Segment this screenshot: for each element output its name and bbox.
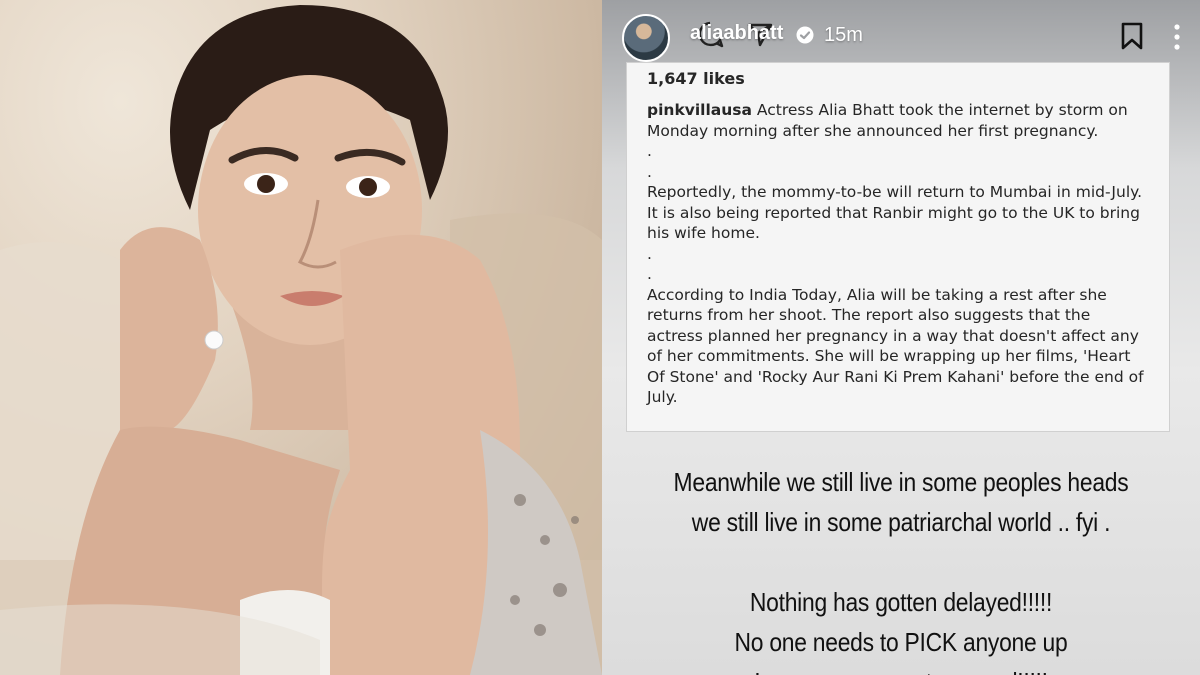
- story-overlay-text: Meanwhile we still live in some peoples …: [602, 462, 1200, 675]
- overlay-line-3: Nothing has gotten delayed!!!!!: [749, 587, 1053, 617]
- profile-avatar[interactable]: [622, 14, 670, 62]
- story-timestamp: 15m: [824, 24, 863, 46]
- caption-paragraph-3: According to India Today, Alia will be t…: [647, 285, 1144, 407]
- shared-post-card[interactable]: 1,647 likes pinkvillausa Actress Alia Bh…: [626, 62, 1170, 432]
- overlay-spacer: [638, 542, 1164, 582]
- overlay-line-5: I am a woman not a parcel!!!!!: [638, 662, 1164, 675]
- portrait-illustration: [0, 5, 602, 675]
- bookmark-icon[interactable]: [1120, 22, 1144, 50]
- overlay-line-4: No one needs to PICK anyone up: [734, 627, 1068, 657]
- overlay-line-1: Meanwhile we still live in some peoples …: [673, 467, 1129, 497]
- verified-badge-icon: [796, 26, 814, 44]
- story-username[interactable]: aliaabhatt: [690, 22, 783, 45]
- caption-dot: .: [647, 244, 652, 263]
- post-caption: pinkvillausa Actress Alia Bhatt took the…: [647, 100, 1149, 408]
- overlay-line-2: we still live in some patriarchal world …: [691, 507, 1111, 537]
- more-vertical-icon[interactable]: [1174, 24, 1180, 50]
- caption-dot: .: [647, 142, 652, 160]
- caption-paragraph-2: Reportedly, the mommy-to-be will return …: [647, 183, 1143, 242]
- screenshot-frame: aliaabhatt 15m 1,647 likes pinkvillausa …: [0, 0, 1200, 675]
- caption-dot: .: [647, 162, 652, 181]
- caption-handle[interactable]: pinkvillausa: [647, 101, 752, 119]
- portrait-photo: [0, 0, 602, 675]
- instagram-story: aliaabhatt 15m 1,647 likes pinkvillausa …: [602, 0, 1200, 675]
- likes-count: 1,647 likes: [647, 69, 745, 88]
- caption-dot: .: [647, 265, 652, 283]
